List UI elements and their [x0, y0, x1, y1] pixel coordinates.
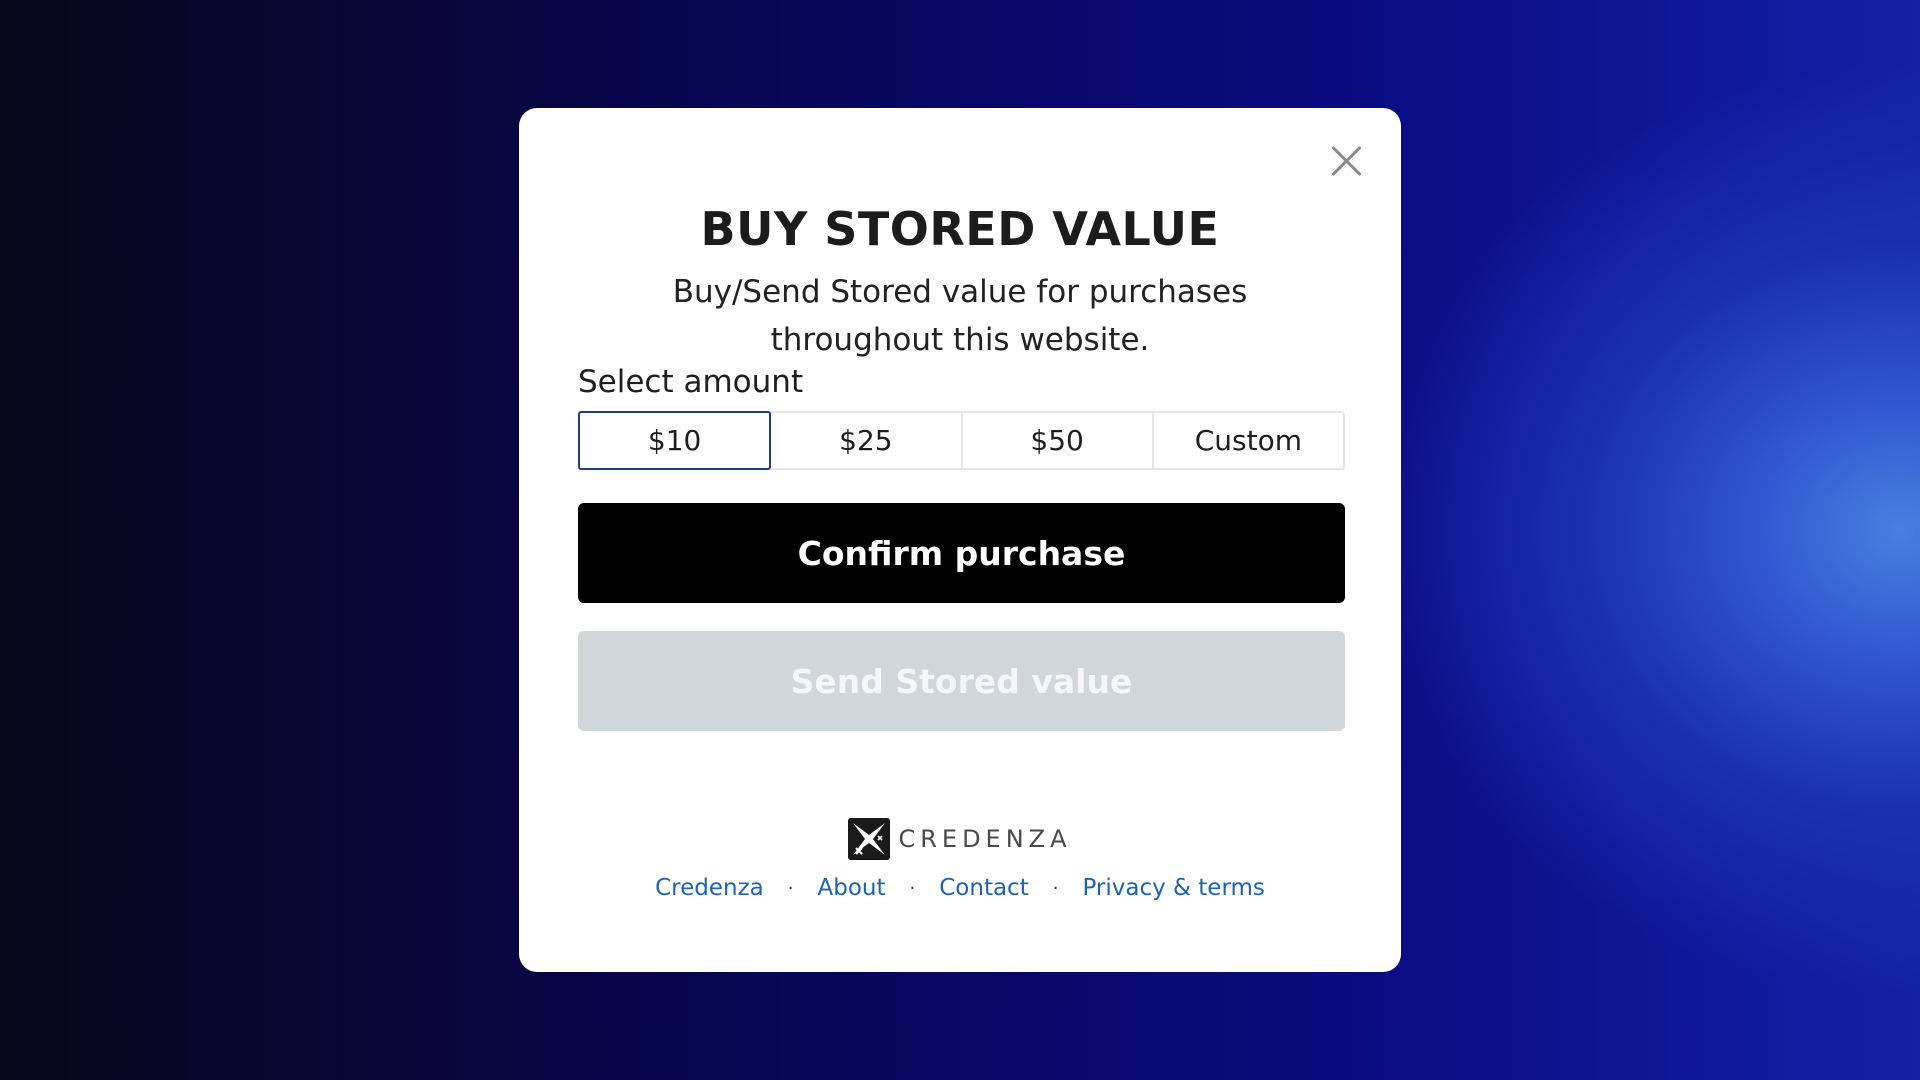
select-amount-label: Select amount: [578, 364, 804, 400]
modal-title: BUY STORED VALUE: [700, 202, 1220, 256]
footer-separator: ·: [787, 877, 794, 899]
amount-option-custom[interactable]: Custom: [1151, 411, 1345, 470]
amount-option-10[interactable]: $10: [578, 411, 772, 470]
footer-link-contact[interactable]: Contact: [939, 875, 1028, 901]
buy-stored-value-modal: BUY STORED VALUE Buy/Send Stored value f…: [519, 108, 1401, 972]
footer-links: Credenza · About · Contact · Privacy & t…: [519, 875, 1401, 901]
credenza-logo-icon: [848, 818, 891, 860]
footer-separator: ·: [1052, 877, 1059, 899]
send-stored-value-button[interactable]: Send Stored value: [578, 631, 1345, 731]
brand: CREDENZA: [519, 818, 1401, 860]
amount-option-25[interactable]: $25: [769, 411, 963, 470]
close-icon[interactable]: [1329, 144, 1363, 178]
footer-link-about[interactable]: About: [817, 875, 885, 901]
modal-subtitle: Buy/Send Stored value for purchases thro…: [672, 274, 1248, 358]
confirm-purchase-button[interactable]: Confirm purchase: [578, 503, 1345, 603]
footer-link-credenza[interactable]: Credenza: [655, 875, 764, 901]
footer-separator: ·: [909, 877, 916, 899]
footer-link-privacy-terms[interactable]: Privacy & terms: [1082, 875, 1264, 901]
amount-options: $10 $25 $50 Custom: [578, 411, 1345, 470]
brand-name: CREDENZA: [898, 825, 1072, 853]
amount-option-50[interactable]: $50: [960, 411, 1154, 470]
